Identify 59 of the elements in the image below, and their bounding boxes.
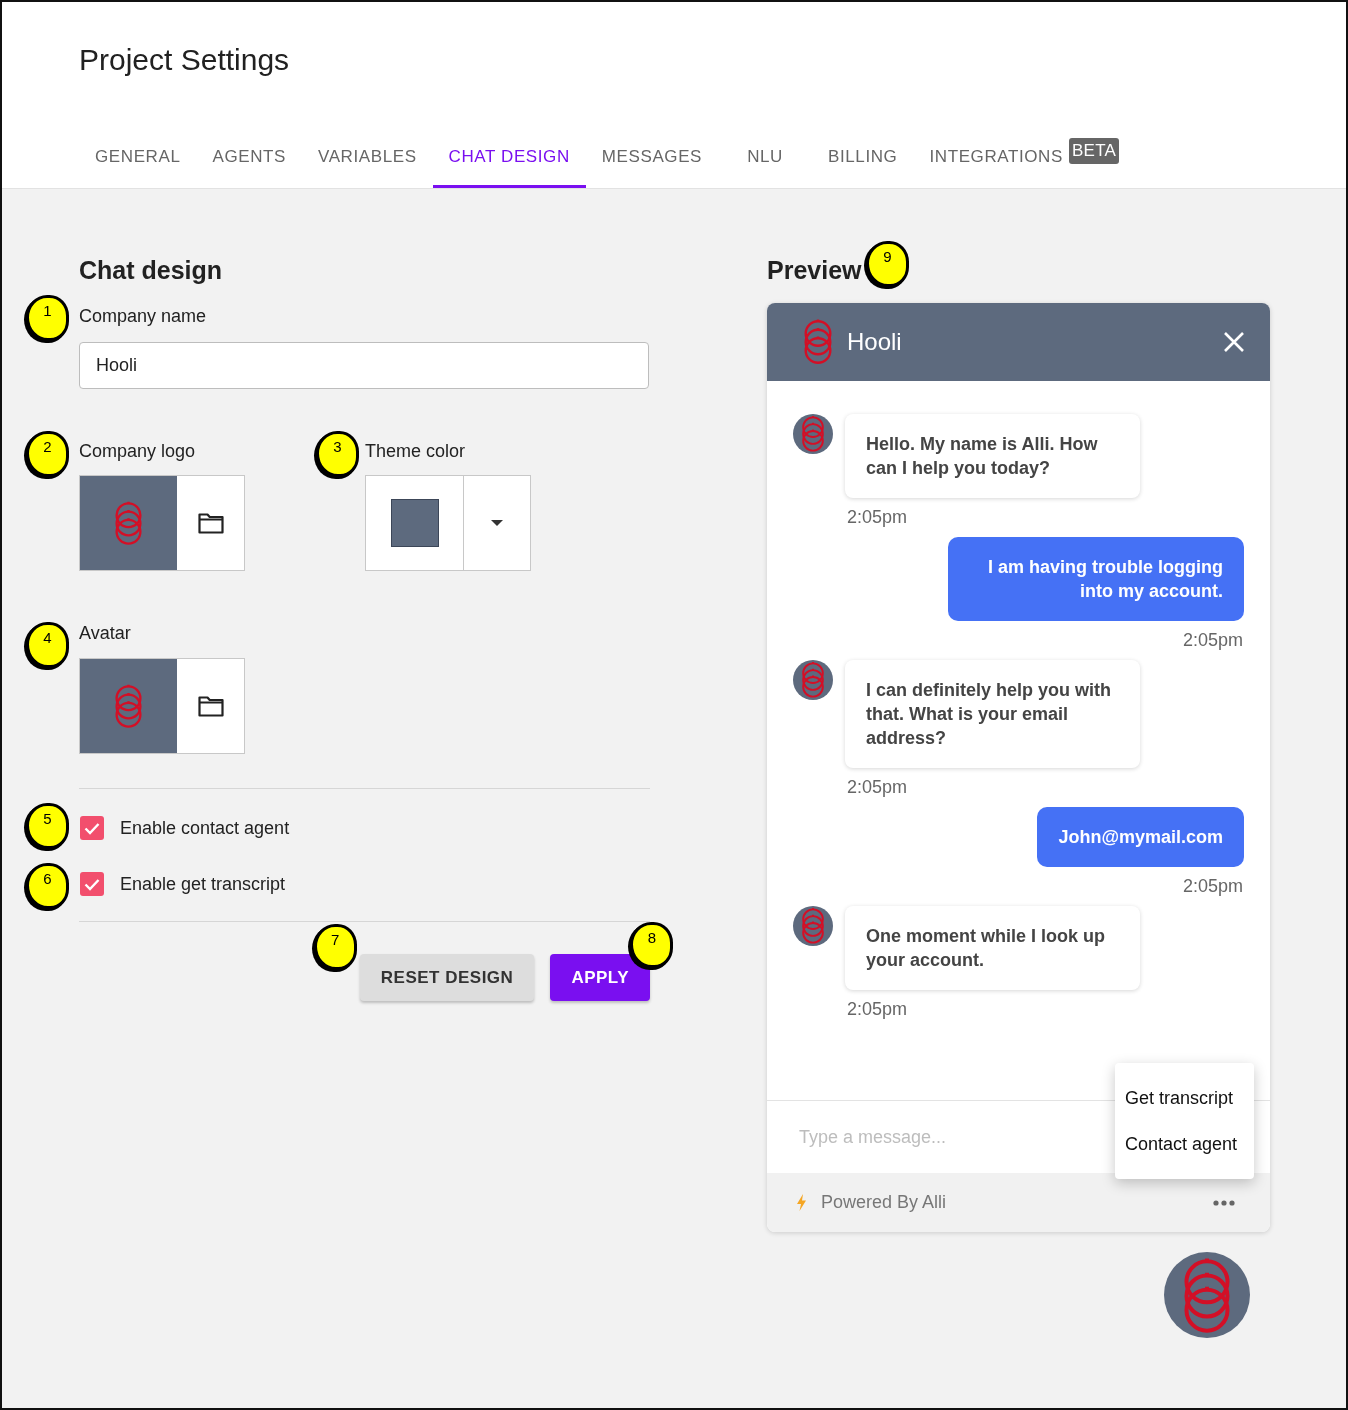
menu-item[interactable]: Contact agent xyxy=(1115,1121,1254,1167)
folder-icon xyxy=(197,695,224,717)
field-label: Avatar xyxy=(79,622,131,645)
logo-icon xyxy=(114,500,143,546)
beta-badge: BETA xyxy=(1068,138,1120,164)
tab[interactable]: VARIABLES xyxy=(301,125,433,188)
message-bubble: I can definitely help you with that. What is your email address? xyxy=(845,660,1140,768)
section-heading: Preview xyxy=(767,255,862,286)
message-bubble: I am having trouble logging into my account. xyxy=(948,537,1244,621)
message-time: 2:05pm xyxy=(1181,876,1244,896)
footer-text: Powered By Alli xyxy=(821,1192,948,1213)
callout-marker: 9 xyxy=(866,241,909,287)
check-icon xyxy=(84,821,100,835)
tab[interactable]: AGENTS xyxy=(196,125,302,188)
text-input[interactable]: Hooli xyxy=(79,342,649,389)
field-label: Theme color xyxy=(365,440,466,463)
tab[interactable]: INTEGRATIONS BETA xyxy=(913,125,1136,188)
callout-marker: 8 xyxy=(630,922,674,968)
callout-marker: 1 xyxy=(26,295,69,341)
checkbox[interactable] xyxy=(80,872,104,896)
message-bubble: John@mymail.com xyxy=(1037,807,1244,867)
page-title: Project Settings xyxy=(79,42,290,78)
primary-button[interactable]: APPLY xyxy=(550,954,650,1001)
callout-marker: 7 xyxy=(313,924,357,970)
callout-marker: 2 xyxy=(26,431,69,477)
avatar-icon xyxy=(793,414,833,454)
message-bubble: One moment while I look up your account. xyxy=(845,906,1140,990)
checkbox-label: Enable contact agent xyxy=(120,817,290,840)
field-label: Company logo xyxy=(79,440,196,463)
checkbox[interactable] xyxy=(80,816,104,840)
message-time: 2:05pm xyxy=(1181,630,1244,650)
avatar-icon xyxy=(793,906,833,946)
secondary-button[interactable]: RESET DESIGN xyxy=(359,954,535,1001)
caret-icon xyxy=(491,520,503,526)
message-time: 2:05pm xyxy=(846,999,909,1019)
more-icon[interactable] xyxy=(1213,1199,1235,1206)
checkbox-label: Enable get transcript xyxy=(120,873,286,896)
check-icon xyxy=(84,877,100,891)
avatar-icon xyxy=(793,660,833,700)
logo-icon xyxy=(114,683,143,729)
chat-title: Hooli xyxy=(847,327,903,357)
logo-icon xyxy=(803,319,833,365)
tab[interactable]: NLU xyxy=(718,125,813,188)
message-bubble: Hello. My name is Alli. How can I help you today? xyxy=(845,414,1140,498)
tab[interactable]: BILLING xyxy=(812,125,914,188)
field-label: Company name xyxy=(79,305,207,328)
folder-icon xyxy=(197,512,224,534)
message-time: 2:05pm xyxy=(846,777,909,797)
callout-marker: 6 xyxy=(26,863,69,909)
tab[interactable]: CHAT DESIGN xyxy=(432,125,586,188)
tab[interactable]: GENERAL xyxy=(79,125,197,188)
section-heading: Chat design xyxy=(79,255,224,286)
callout-marker: 5 xyxy=(26,803,69,849)
close-icon[interactable] xyxy=(1224,332,1244,352)
lightning-icon xyxy=(797,1194,806,1211)
callout-marker: 4 xyxy=(26,622,69,668)
tab[interactable]: MESSAGES xyxy=(585,125,719,188)
callout-marker: 3 xyxy=(316,431,359,477)
message-time: 2:05pm xyxy=(846,507,909,527)
